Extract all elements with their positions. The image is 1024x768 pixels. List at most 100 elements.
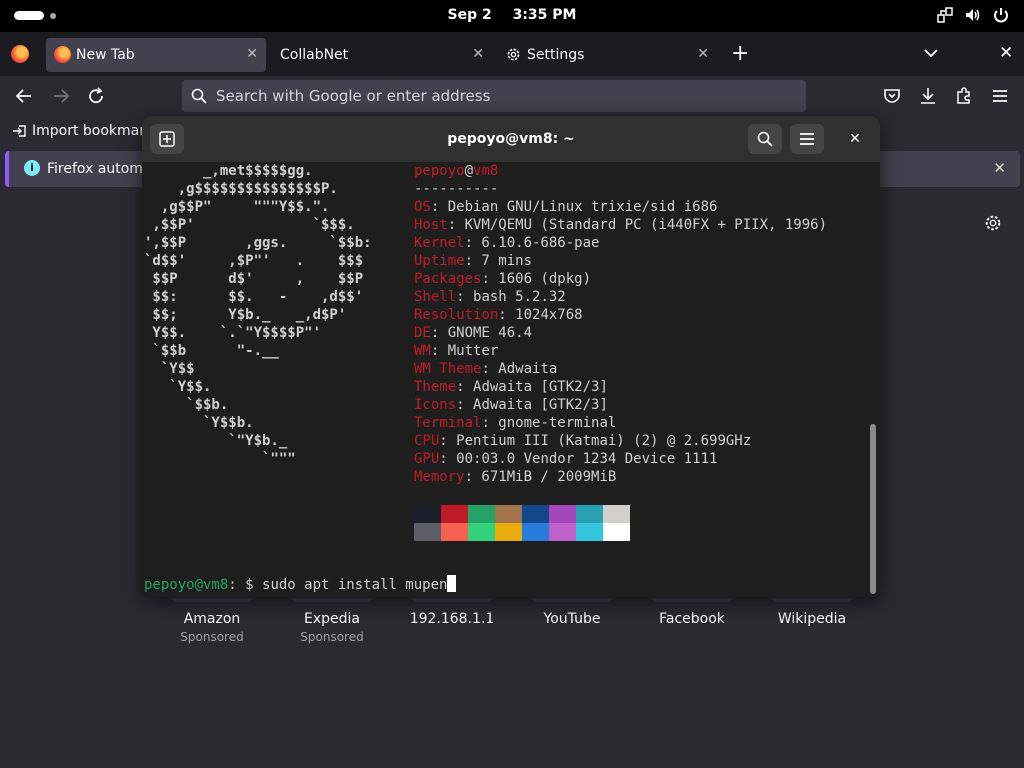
forward-arrow-icon[interactable] bbox=[51, 86, 71, 106]
info-value: : 7 mins bbox=[464, 253, 533, 269]
info-line: DE: GNOME 46.4 bbox=[414, 324, 532, 342]
info-key: WM bbox=[414, 343, 431, 359]
info-key: Host bbox=[414, 217, 448, 233]
terminal-close-button[interactable]: ✕ bbox=[838, 124, 872, 154]
info-line: Memory: 671MiB / 2009MiB bbox=[414, 468, 616, 486]
info-line: Icons: Adwaita [GTK2/3] bbox=[414, 396, 608, 414]
ascii-art-line: `Y$$ bbox=[144, 361, 195, 377]
info-key: Packages bbox=[414, 271, 482, 287]
info-value: : KVM/QEMU (Standard PC (i440FX + PIIX, … bbox=[447, 217, 828, 233]
tile-name: Facebook bbox=[659, 611, 725, 627]
terminal-header-bar[interactable]: pepoyo@vm8: ~ ✕ bbox=[142, 116, 880, 162]
info-value: : 1024x768 bbox=[498, 307, 583, 323]
browser-tab-strip: New Tab ✕ CollabNet ✕ Settings ✕ + ✕ bbox=[0, 32, 1024, 76]
info-value: : gnome-terminal bbox=[481, 415, 617, 431]
tab-settings[interactable]: Settings ✕ bbox=[497, 38, 717, 72]
tab-close-icon[interactable]: ✕ bbox=[697, 46, 709, 62]
chevron-down-icon[interactable] bbox=[924, 48, 938, 58]
address-bar[interactable]: Search with Google or enter address bbox=[182, 80, 806, 112]
info-line: Uptime: 7 mins bbox=[414, 252, 532, 270]
info-icon: i bbox=[24, 160, 40, 176]
info-line: WM Theme: Adwaita bbox=[414, 360, 557, 378]
info-line: Kernel: 6.10.6-686-pae bbox=[414, 234, 599, 252]
tile-name: Amazon bbox=[183, 611, 241, 627]
navigation-toolbar: Search with Google or enter address bbox=[0, 76, 1024, 116]
info-line: OS: Debian GNU/Linux trixie/sid i686 bbox=[414, 198, 717, 216]
command-text: sudo apt install mupen bbox=[262, 577, 448, 593]
command-line[interactable]: pepoyo@vm8: $ sudo apt install mupen bbox=[144, 575, 457, 594]
ascii-art-line: ,g$$$$$$$$$$$$$$$P. bbox=[144, 181, 338, 197]
ascii-art-line: `"Y$b._ bbox=[144, 433, 288, 449]
clock-time: 3:35 PM bbox=[512, 7, 577, 23]
network-icon bbox=[937, 7, 953, 23]
notification-close-icon[interactable]: ✕ bbox=[993, 159, 1006, 177]
info-key: Resolution bbox=[414, 307, 499, 323]
clock-date: Sep 2 bbox=[447, 7, 492, 23]
clock[interactable]: Sep 2 3:35 PM bbox=[0, 7, 1024, 23]
terminal-menu-button[interactable] bbox=[790, 124, 824, 154]
info-key: Theme bbox=[414, 379, 457, 395]
color-swatch bbox=[549, 505, 576, 523]
ascii-art-line: `""" bbox=[144, 451, 296, 467]
tile-thumbnail bbox=[292, 598, 372, 602]
terminal-window[interactable]: pepoyo@vm8: ~ ✕ _,met$$$$$gg. ,g$$$$$$$$… bbox=[142, 116, 880, 597]
color-swatch bbox=[414, 505, 441, 523]
color-swatch bbox=[576, 523, 603, 541]
ascii-art-line: `Y$$b. bbox=[144, 415, 254, 431]
tab-close-icon[interactable]: ✕ bbox=[246, 46, 258, 62]
tile-thumbnail bbox=[172, 598, 252, 602]
downloads-icon[interactable] bbox=[918, 86, 938, 106]
reload-icon[interactable] bbox=[86, 86, 106, 106]
ascii-art-line: ,g$$P" """Y$$.". bbox=[144, 199, 330, 215]
color-swatch bbox=[522, 505, 549, 523]
info-value: : 00:03.0 Vendor 1234 Device 1111 bbox=[439, 451, 718, 467]
info-value: : Adwaita [GTK2/3] bbox=[456, 397, 608, 413]
tile-thumbnail bbox=[532, 598, 612, 602]
extensions-icon[interactable] bbox=[954, 86, 974, 106]
volume-icon bbox=[966, 9, 980, 21]
tab-label: New Tab bbox=[76, 47, 135, 63]
tab-new-tab[interactable]: New Tab ✕ bbox=[46, 38, 266, 72]
firefox-view-icon[interactable] bbox=[11, 45, 29, 63]
color-swatch bbox=[549, 523, 576, 541]
notification-text: Firefox automa bbox=[47, 161, 152, 177]
tab-collabnet[interactable]: CollabNet ✕ bbox=[272, 38, 492, 72]
tile-name: YouTube bbox=[543, 611, 601, 627]
tab-close-icon[interactable]: ✕ bbox=[472, 46, 484, 62]
hamburger-menu-icon[interactable] bbox=[990, 86, 1010, 106]
tile-name: 192.168.1.1 bbox=[409, 611, 495, 627]
terminal-output[interactable]: _,met$$$$$gg. ,g$$$$$$$$$$$$$$$P. ,g$$P"… bbox=[142, 162, 880, 597]
newtab-settings-gear-icon[interactable] bbox=[984, 214, 1002, 232]
new-tab-button[interactable]: + bbox=[731, 41, 749, 66]
ascii-art-line: `d$$' ,$P"' . $$$ bbox=[144, 253, 364, 269]
tile-sponsored-label: Sponsored bbox=[180, 630, 244, 644]
ascii-art-line: ',$$P ,ggs. `$$b: bbox=[144, 235, 372, 251]
info-value: : Mutter bbox=[430, 343, 499, 359]
info-key: Memory bbox=[414, 469, 465, 485]
ascii-art-line: $$; Y$b._ _,d$P' bbox=[144, 307, 347, 323]
color-swatch bbox=[468, 505, 495, 523]
text-cursor bbox=[447, 575, 457, 592]
system-tray[interactable] bbox=[936, 6, 1010, 24]
tile-thumbnail bbox=[652, 598, 732, 602]
info-value: : GNOME 46.4 bbox=[430, 325, 533, 341]
terminal-scrollbar[interactable] bbox=[870, 424, 876, 594]
ascii-art-line: `$$b. bbox=[144, 397, 229, 413]
terminal-search-button[interactable] bbox=[748, 124, 782, 154]
address-bar-placeholder: Search with Google or enter address bbox=[216, 87, 491, 105]
info-line: CPU: Pentium III (Katmai) (2) @ 2.699GHz bbox=[414, 432, 751, 450]
neofetch-user: pepoyo bbox=[414, 163, 465, 179]
neofetch-userhost: pepoyo@vm8 bbox=[414, 163, 499, 179]
back-arrow-icon[interactable] bbox=[14, 86, 34, 106]
info-value: : bash 5.2.32 bbox=[456, 289, 566, 305]
color-swatch bbox=[603, 523, 630, 541]
ascii-art-line: $$: $$. - ,d$$' bbox=[144, 289, 364, 305]
tile-thumbnail bbox=[412, 598, 492, 602]
neofetch-host: vm8 bbox=[473, 163, 499, 179]
ascii-art-line: Y$$. `.`"Y$$$$P"' bbox=[144, 325, 322, 341]
pocket-icon[interactable] bbox=[882, 86, 902, 106]
tile-name: Wikipedia bbox=[777, 611, 847, 627]
info-value: : Pentium III (Katmai) (2) @ 2.699GHz bbox=[439, 433, 752, 449]
close-window-icon[interactable]: ✕ bbox=[999, 43, 1013, 63]
firefox-icon bbox=[54, 46, 71, 63]
